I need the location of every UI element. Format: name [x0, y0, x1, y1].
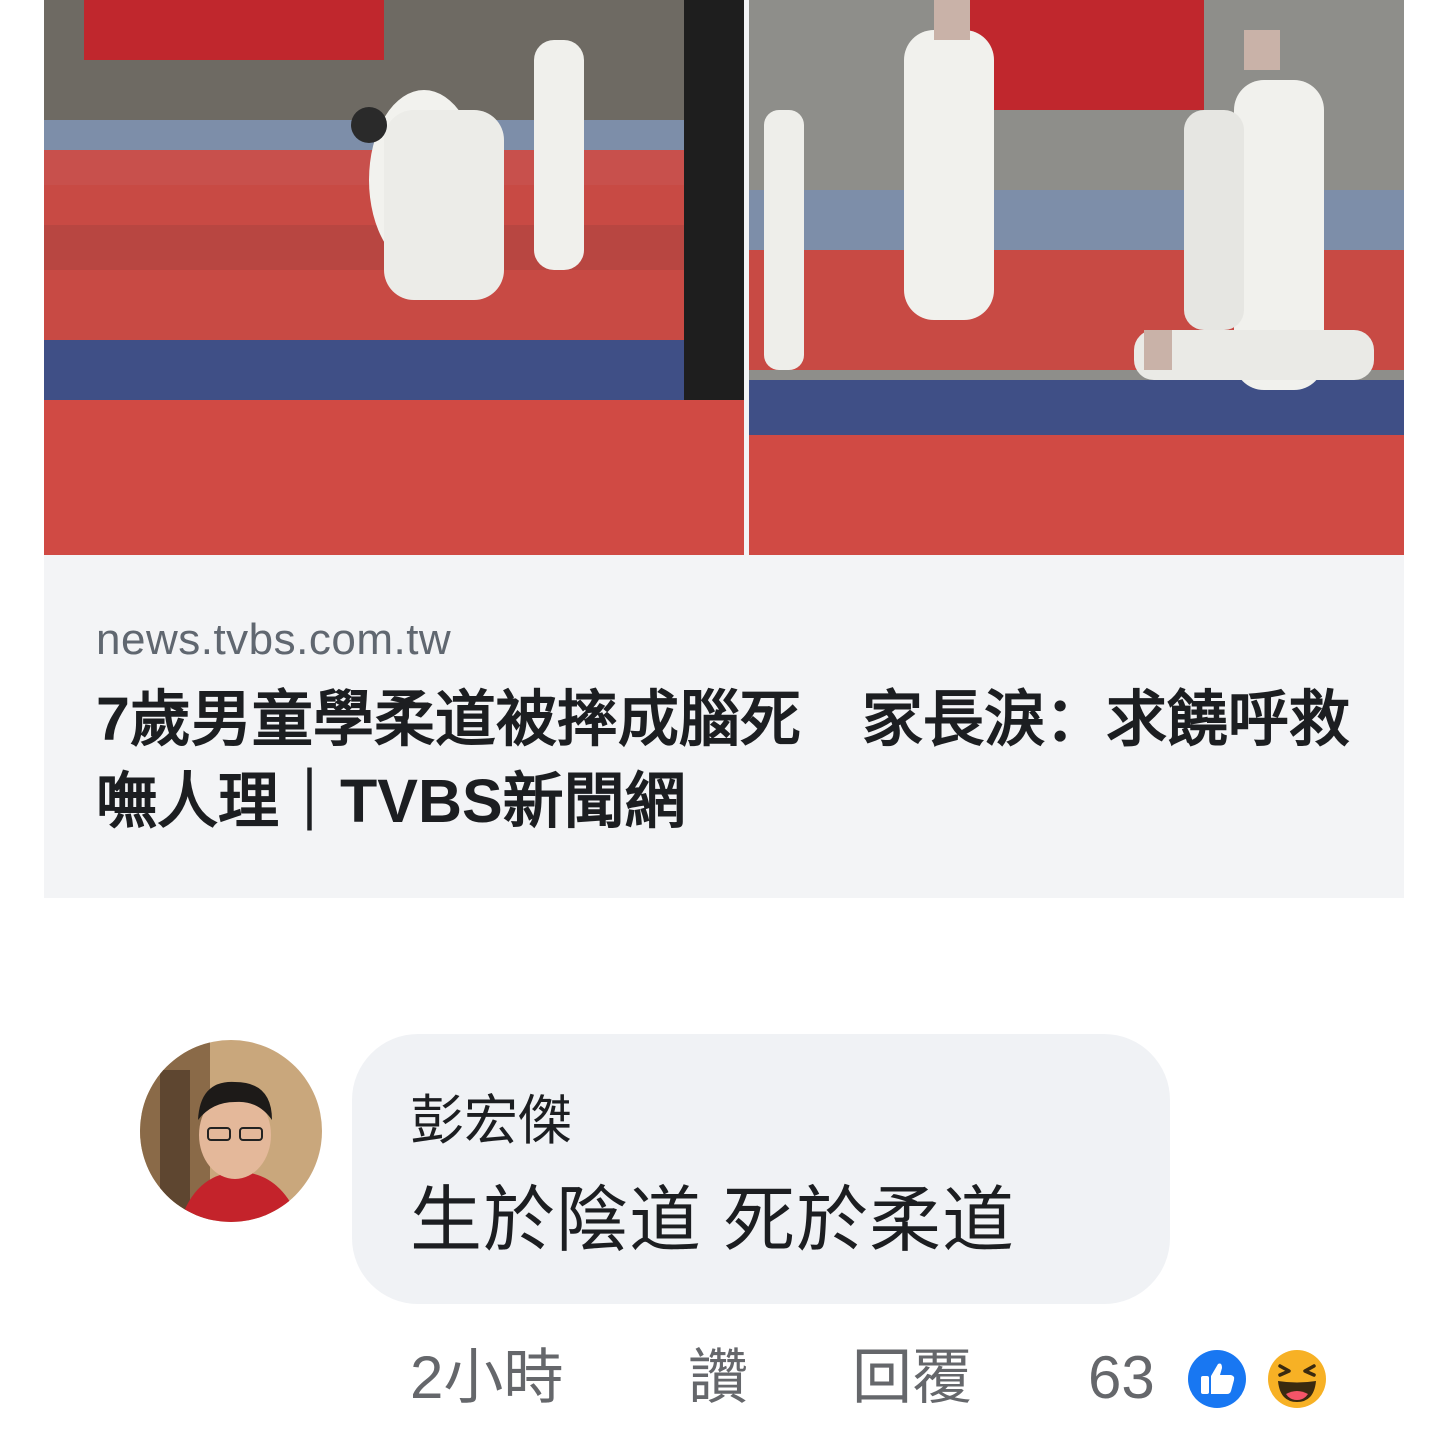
comment-time[interactable]: 2小時 — [410, 1338, 563, 1418]
reply-button[interactable]: 回覆 — [852, 1338, 972, 1418]
like-icon[interactable] — [1182, 1344, 1252, 1414]
comment-text: 生於陰道 死於柔道 — [410, 1181, 1016, 1261]
comment-actions: 2小時 讚 回覆 63 — [0, 1338, 1440, 1428]
haha-icon[interactable] — [1262, 1344, 1332, 1414]
reaction-count[interactable]: 63 — [1088, 1338, 1155, 1418]
news-photo — [44, 0, 1404, 555]
like-button[interactable]: 讚 — [688, 1338, 748, 1418]
link-meta: news.tvbs.com.tw 7歲男童學柔道被摔成腦死 家長淚：求饒呼救嘸人… — [96, 610, 1376, 842]
comment-author[interactable]: 彭宏傑 — [410, 1086, 572, 1156]
avatar[interactable] — [140, 1040, 322, 1222]
link-domain: news.tvbs.com.tw — [96, 615, 452, 664]
link-preview-card[interactable]: news.tvbs.com.tw 7歲男童學柔道被摔成腦死 家長淚：求饒呼救嘸人… — [44, 0, 1404, 898]
link-headline[interactable]: 7歲男童學柔道被摔成腦死 家長淚：求饒呼救嘸人理｜TVBS新聞網 — [96, 678, 1376, 842]
comment-bubble: 彭宏傑 生於陰道 死於柔道 — [352, 1034, 1170, 1304]
